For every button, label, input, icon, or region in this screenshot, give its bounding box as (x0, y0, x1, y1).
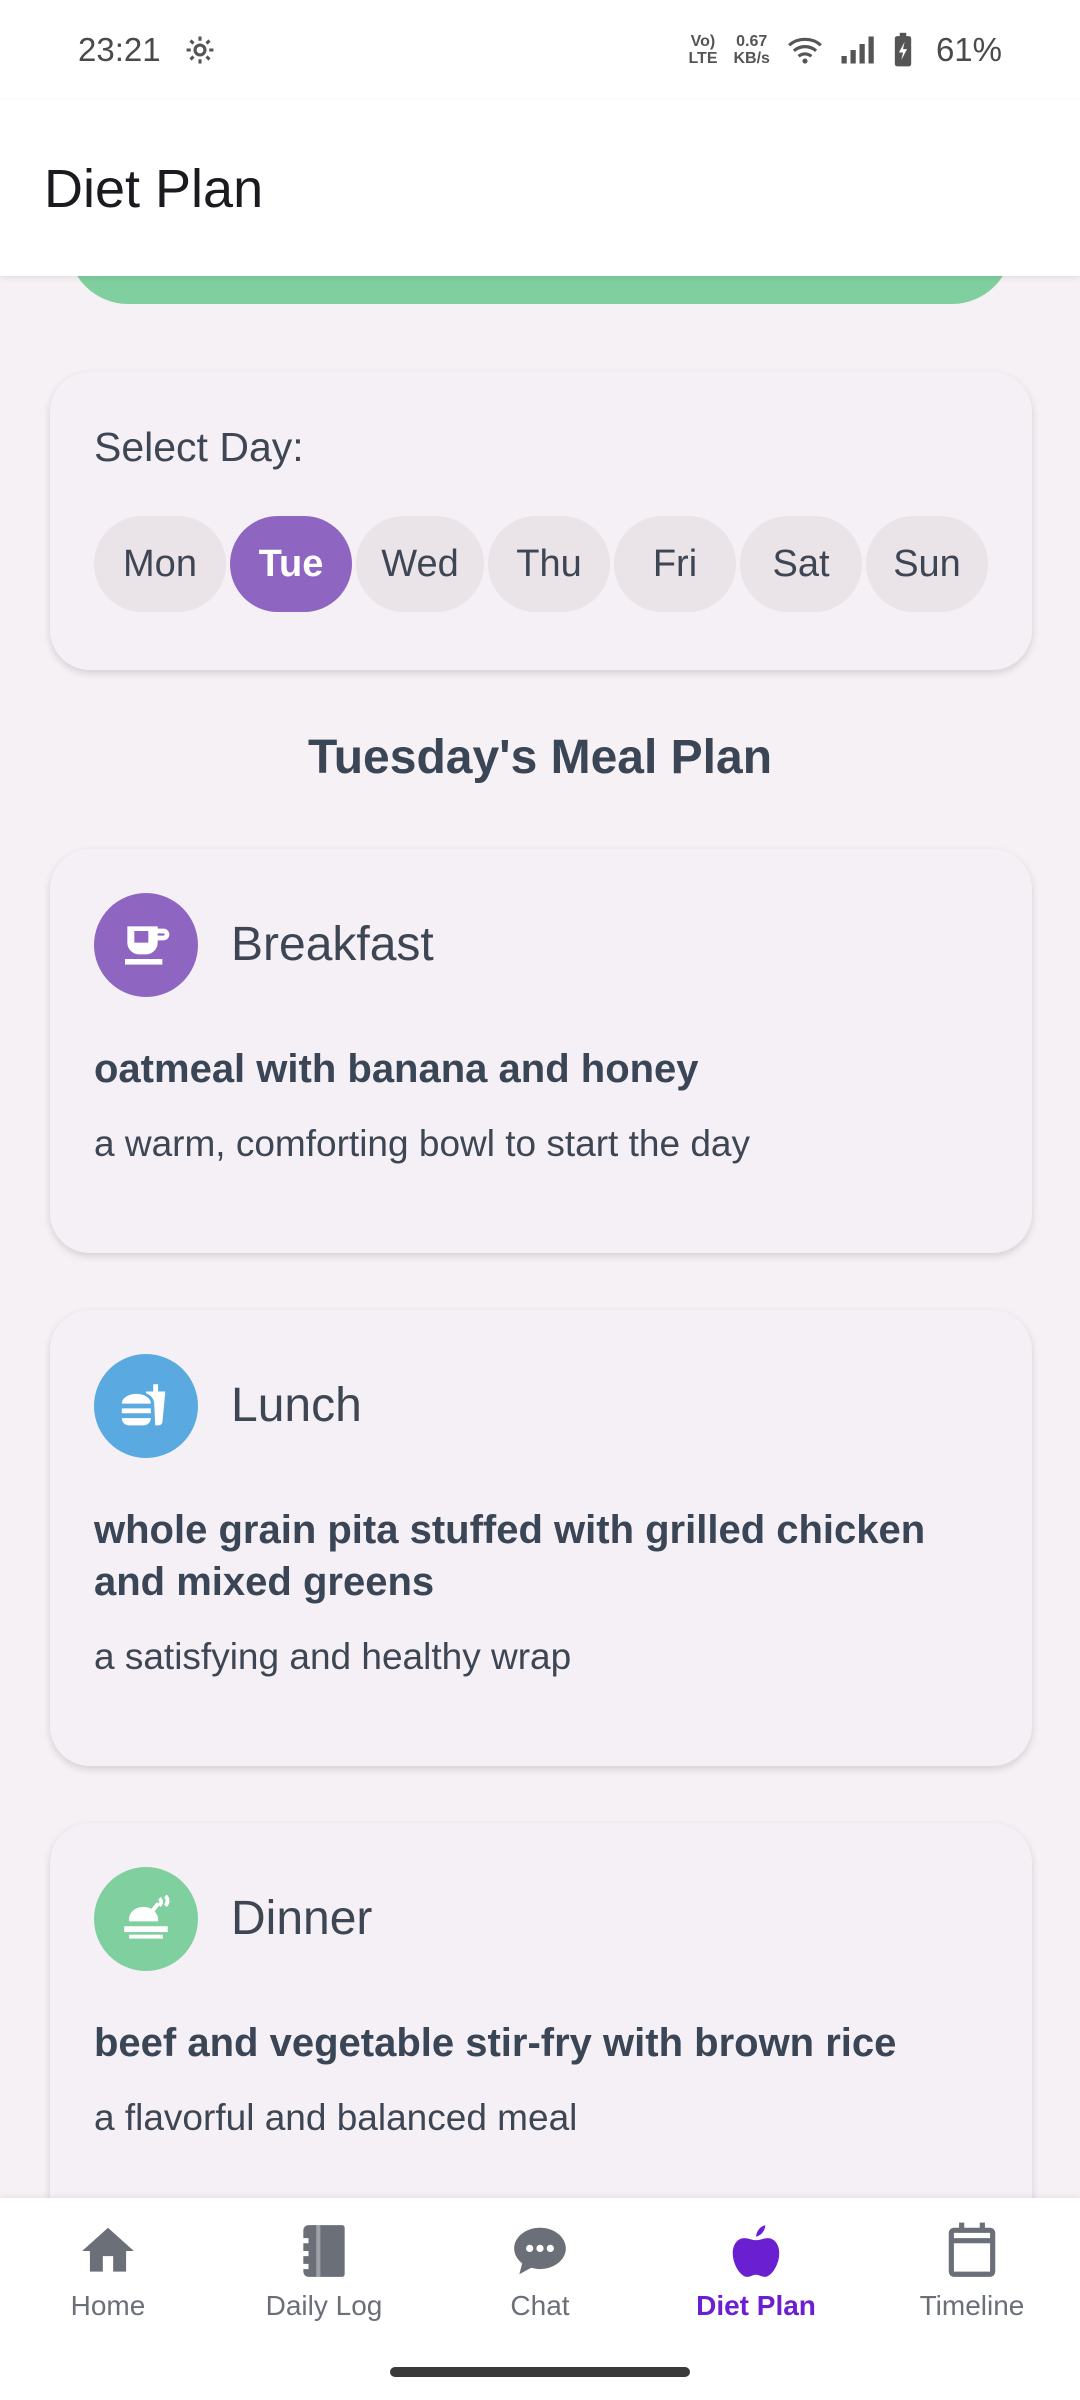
home-indicator[interactable] (390, 2367, 690, 2377)
breakfast-icon-circle (94, 893, 198, 997)
app-bar: Diet Plan (0, 100, 1080, 276)
meal-dish: beef and vegetable stir-fry with brown r… (94, 2021, 897, 2065)
nav-timeline[interactable]: Timeline (864, 2220, 1080, 2340)
day-chip-fri[interactable]: Fri (614, 516, 736, 612)
dinner-dining-icon (124, 1894, 170, 1939)
calendar-icon (948, 2222, 996, 2277)
nav-daily-log[interactable]: Daily Log (216, 2220, 432, 2340)
dinner-icon-circle (94, 1867, 198, 1971)
day-chip-sat[interactable]: Sat (740, 516, 862, 612)
nav-label: Chat (510, 2290, 570, 2321)
signal-icon (841, 36, 874, 64)
wifi-icon (788, 37, 822, 64)
nav-label: Home (70, 2290, 146, 2321)
chat-bubble-icon (514, 2227, 566, 2275)
nav-chat[interactable]: Chat (432, 2220, 648, 2340)
nav-diet-plan[interactable]: Diet Plan (648, 2220, 864, 2340)
day-chip-mon[interactable]: Mon (94, 516, 226, 612)
battery-charging-icon (894, 32, 912, 67)
page-title: Diet Plan (44, 159, 264, 219)
day-chip-row: Mon Tue Wed Thu Fri Sat Sun (94, 516, 988, 612)
meal-card-dinner: Dinner beef and vegetable stir-fry with … (50, 1823, 1032, 2243)
network-speed: 0.67 KB/s (733, 33, 769, 67)
day-chip-tue[interactable]: Tue (230, 516, 352, 612)
meal-card-breakfast: Breakfast oatmeal with banana and honey … (50, 849, 1032, 1253)
status-time: 23:21 (78, 31, 161, 68)
fastfood-icon (121, 1384, 166, 1426)
status-bar: 23:21 Vo) LTE 0.67 KB/s 61% (0, 0, 1080, 100)
meal-name: Dinner (231, 1892, 373, 1945)
meal-description: a flavorful and balanced meal (94, 2097, 578, 2138)
coffee-cup-icon (125, 926, 170, 965)
home-icon (82, 2227, 134, 2272)
nav-home[interactable]: Home (0, 2220, 216, 2340)
status-right: Vo) LTE 0.67 KB/s 61% (688, 31, 1002, 69)
settings-gear-icon (186, 36, 214, 64)
day-chip-wed[interactable]: Wed (356, 516, 484, 612)
day-selector-card: Select Day: Mon Tue Wed Thu Fri Sat Sun (50, 372, 1032, 670)
meal-name: Lunch (231, 1379, 362, 1432)
nav-label: Timeline (919, 2290, 1025, 2321)
network-speed-value: 0.67 (736, 33, 768, 50)
nav-label: Diet Plan (696, 2290, 816, 2321)
lunch-icon-circle (94, 1354, 198, 1458)
volte-top: Vo) (690, 33, 716, 50)
battery-percent: 61% (935, 31, 1002, 68)
meal-name: Breakfast (231, 918, 434, 971)
meal-dish: oatmeal with banana and honey (94, 1047, 699, 1091)
meal-description: a satisfying and healthy wrap (94, 1636, 572, 1677)
meal-description: a warm, comforting bowl to start the day (94, 1123, 750, 1164)
nav-label: Daily Log (265, 2290, 383, 2321)
meal-card-lunch: Lunch whole grain pita stuffed with gril… (50, 1310, 1032, 1766)
meal-plan-title: Tuesday's Meal Plan (307, 731, 773, 784)
journal-icon (303, 2225, 345, 2277)
network-speed-unit: KB/s (733, 50, 770, 67)
status-left: 23:21 (78, 31, 217, 69)
volte-bottom: LTE (688, 50, 718, 67)
day-chip-thu[interactable]: Thu (488, 516, 610, 612)
meal-dish: whole grain pita stuffed with grilled ch… (94, 1508, 926, 1604)
volte-indicator: Vo) LTE (688, 33, 717, 67)
day-chip-sun[interactable]: Sun (866, 516, 988, 612)
select-day-label: Select Day: (94, 424, 304, 470)
apple-icon (732, 2225, 780, 2277)
